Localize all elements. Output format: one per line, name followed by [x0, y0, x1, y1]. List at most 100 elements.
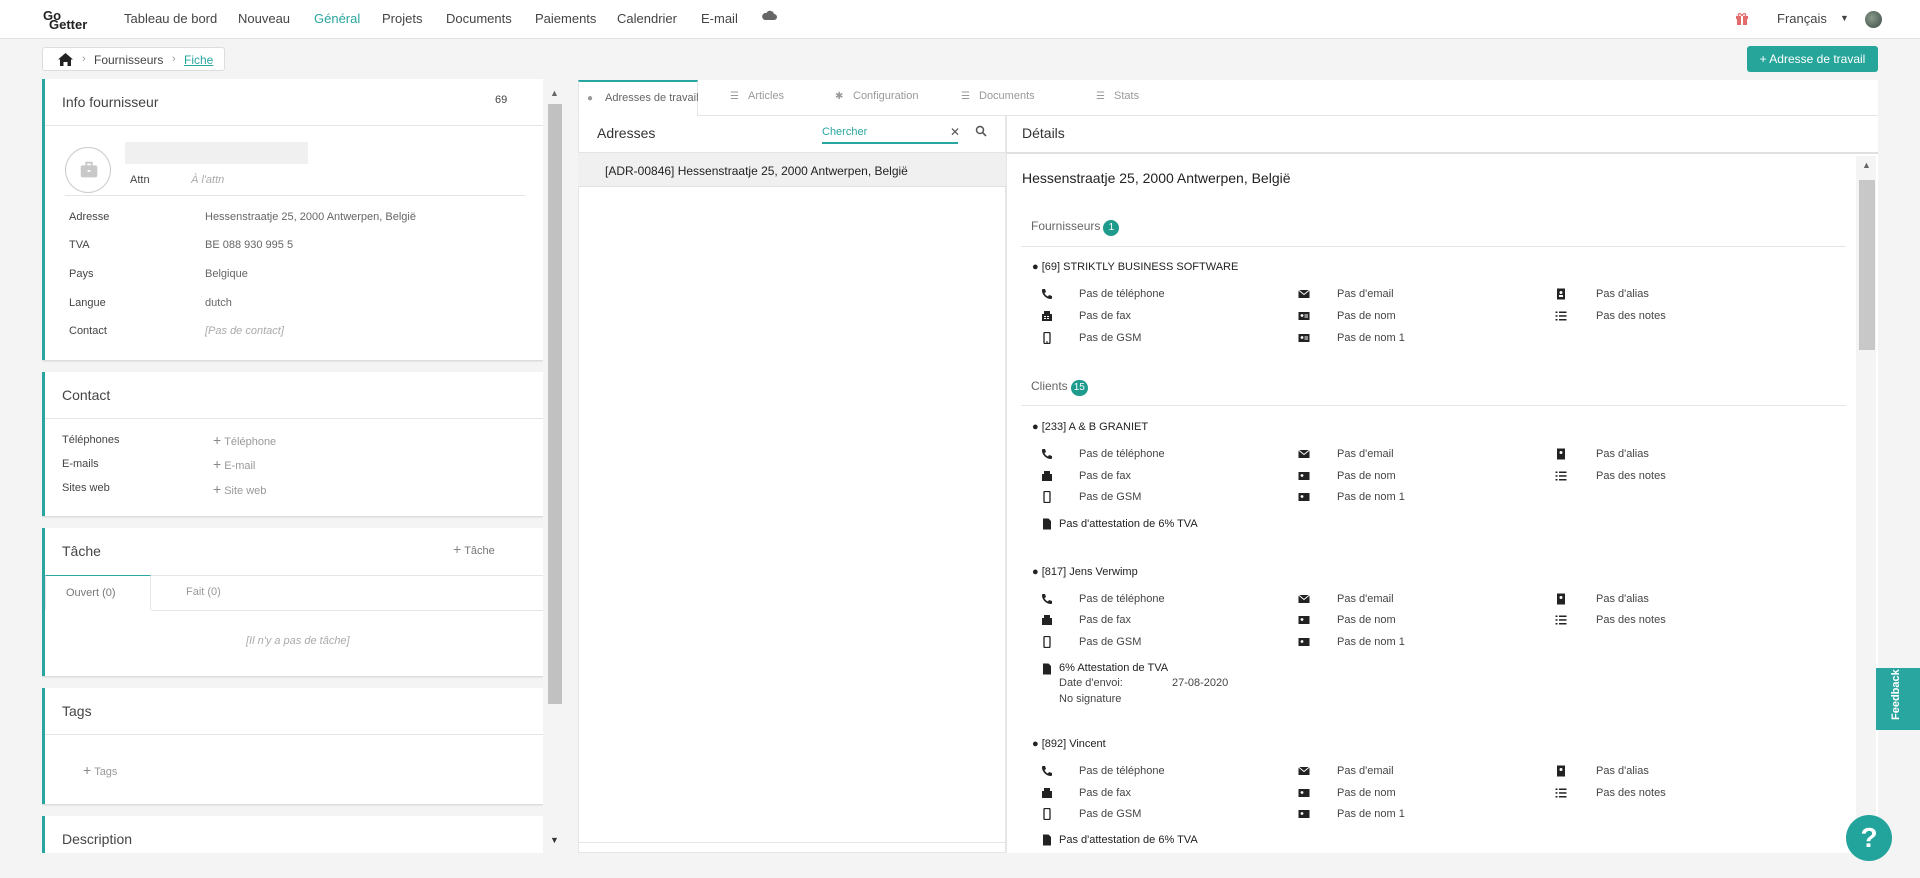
address-search-input[interactable]	[822, 122, 958, 144]
no-phone-text: Pas de téléphone	[1079, 765, 1165, 777]
gift-icon[interactable]	[1735, 11, 1749, 25]
vat-value: BE 088 930 995 5	[205, 239, 294, 251]
plus-icon: +	[213, 432, 222, 448]
tab-configuration[interactable]: ✱ Configuration	[835, 80, 918, 116]
add-tag-label: Tags	[94, 766, 118, 778]
feedback-tab[interactable]: Feedback	[1876, 668, 1920, 730]
nav-calendrier[interactable]: Calendrier	[617, 11, 677, 26]
top-navbar: Go Getter Tableau de bord Nouveau Généra…	[0, 0, 1920, 39]
nav-email[interactable]: E-mail	[701, 11, 738, 26]
no-fax-text: Pas de fax	[1079, 310, 1131, 322]
language-selector[interactable]: Français	[1777, 11, 1827, 26]
address-label: Adresse	[69, 211, 110, 223]
divider	[45, 418, 543, 419]
gogetter-logo[interactable]: Go Getter	[43, 6, 101, 32]
plus-icon: +	[83, 762, 92, 778]
details-scrollbar[interactable]: ▲	[1856, 156, 1876, 853]
fax-icon	[1042, 788, 1052, 798]
suppliers-title-text: Fournisseurs	[1031, 219, 1101, 233]
add-task-link[interactable]: + Tâche	[453, 541, 495, 557]
address-list-item[interactable]: [ADR-00846] Hessenstraatje 25, 2000 Antw…	[578, 153, 1006, 187]
add-website-link[interactable]: + Site web	[213, 481, 266, 497]
id-card-icon	[1298, 789, 1310, 797]
no-gsm-text: Pas de GSM	[1079, 491, 1142, 503]
contact-value[interactable]: [Pas de contact]	[205, 325, 284, 337]
clients-title-text: Clients	[1031, 379, 1068, 393]
divider	[151, 575, 543, 576]
tab-done-tasks[interactable]: Fait (0)	[186, 586, 221, 598]
envelope-icon	[1298, 289, 1310, 298]
details-content: Hessenstraatje 25, 2000 Antwerpen, Belgi…	[1006, 154, 1878, 853]
tab-documents[interactable]: ☰ Documents	[961, 80, 1035, 116]
nav-projets[interactable]: Projets	[382, 11, 422, 26]
breadcrumb-fiche[interactable]: Fiche	[184, 53, 213, 67]
scroll-up-icon[interactable]: ▲	[550, 88, 559, 98]
no-task-text: [Il n'y a pas de tâche]	[246, 635, 350, 647]
contact-label: Contact	[69, 325, 107, 337]
scroll-up-icon[interactable]: ▲	[1862, 160, 1871, 170]
client-entry-name[interactable]: ● [892] Vincent	[1032, 738, 1106, 750]
close-icon[interactable]: ✕	[950, 125, 960, 139]
logo-getter: Getter	[49, 17, 88, 32]
search-icon[interactable]	[975, 125, 987, 137]
nav-tableau-de-bord[interactable]: Tableau de bord	[124, 11, 217, 26]
no-name1-text: Pas de nom 1	[1337, 636, 1405, 648]
scrollbar-thumb[interactable]	[548, 104, 562, 704]
list-icon: ☰	[730, 91, 739, 102]
no-phone-text: Pas de téléphone	[1079, 448, 1165, 460]
scrollbar-thumb[interactable]	[1859, 180, 1875, 350]
nav-general[interactable]: Général	[314, 11, 360, 26]
map-pin-icon: ●	[587, 93, 594, 104]
tab-documents-label: Documents	[979, 90, 1035, 102]
tab-open-label: Ouvert (0)	[66, 587, 116, 599]
document-icon	[1043, 663, 1051, 675]
cloud-icon[interactable]	[761, 9, 777, 21]
suppliers-section-title: Fournisseurs 1	[1031, 219, 1120, 236]
divider	[1021, 246, 1846, 247]
tab-work-addresses[interactable]: ● Adresses de travail	[578, 80, 699, 117]
add-email-link[interactable]: + E-mail	[213, 456, 255, 472]
breadcrumb-fournisseurs[interactable]: Fournisseurs	[94, 53, 163, 67]
briefcase-icon	[65, 147, 111, 193]
supplier-entry-name[interactable]: ● [69] STRIKTLY BUSINESS SOFTWARE	[1032, 261, 1238, 273]
id-card-icon	[1298, 334, 1310, 342]
client-entry-name[interactable]: ● [233] A & B GRANIET	[1032, 421, 1148, 433]
mobile-icon	[1043, 636, 1051, 648]
supplier-id: 69	[495, 94, 508, 106]
no-notes-text: Pas des notes	[1596, 787, 1666, 799]
client-entry-name[interactable]: ● [817] Jens Verwimp	[1032, 566, 1138, 578]
user-avatar[interactable]	[1865, 11, 1882, 28]
attn-value[interactable]: À l'attn	[191, 174, 224, 186]
contact-book-icon	[1557, 288, 1565, 300]
tab-stats[interactable]: ☰ Stats	[1096, 80, 1139, 116]
add-email-label: E-mail	[224, 460, 256, 472]
gear-icon: ✱	[835, 91, 844, 102]
nav-documents[interactable]: Documents	[446, 11, 512, 26]
no-phone-text: Pas de téléphone	[1079, 593, 1165, 605]
no-fax-text: Pas de fax	[1079, 470, 1131, 482]
contact-title: Contact	[62, 387, 111, 403]
divider	[151, 610, 543, 611]
description-title: Description	[62, 831, 133, 847]
help-button[interactable]: ?	[1846, 815, 1892, 861]
add-phone-link[interactable]: + Téléphone	[213, 432, 276, 448]
no-alias-text: Pas d'alias	[1596, 765, 1649, 777]
list-icon: ☰	[1096, 91, 1105, 102]
no-gsm-text: Pas de GSM	[1079, 808, 1142, 820]
nav-nouveau[interactable]: Nouveau	[238, 11, 290, 26]
no-alias-text: Pas d'alias	[1596, 448, 1649, 460]
supplier-info-title: Info fournisseur	[62, 94, 159, 110]
add-work-address-button[interactable]: + Adresse de travail	[1747, 46, 1878, 72]
tab-articles[interactable]: ☰ Articles	[730, 80, 784, 116]
language-label: Langue	[69, 297, 106, 309]
nav-paiements[interactable]: Paiements	[535, 11, 596, 26]
left-scrollbar[interactable]: ▲ ▼	[545, 85, 565, 853]
phone-icon	[1042, 594, 1052, 604]
scroll-down-icon[interactable]: ▼	[550, 835, 559, 845]
divider	[45, 125, 543, 126]
document-icon	[1043, 518, 1051, 530]
home-icon[interactable]	[58, 53, 73, 66]
no-notes-text: Pas des notes	[1596, 614, 1666, 626]
add-tag-link[interactable]: + Tags	[83, 762, 117, 778]
tab-open-tasks[interactable]: Ouvert (0)	[45, 575, 151, 610]
